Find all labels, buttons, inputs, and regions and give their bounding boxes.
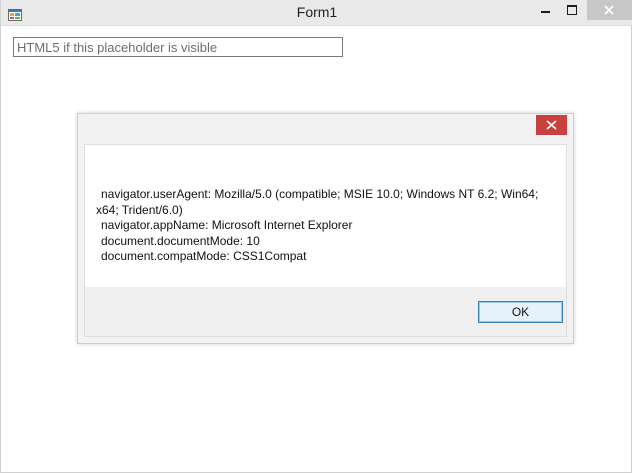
placeholder-textbox[interactable] <box>13 37 343 57</box>
close-icon <box>604 5 614 15</box>
user-agent-line-continued: x64; Trident/6.0) <box>96 202 183 217</box>
window-close-button[interactable] <box>587 0 632 20</box>
user-agent-line: navigator.userAgent: Mozilla/5.0 (compat… <box>101 187 539 201</box>
minimize-icon <box>541 11 550 13</box>
close-icon <box>546 120 557 130</box>
message-box-panel: navigator.userAgent: Mozilla/5.0 (compat… <box>84 144 567 337</box>
maximize-icon <box>567 5 577 15</box>
ok-button[interactable]: OK <box>478 301 563 323</box>
compat-mode-line: document.compatMode: CSS1Compat <box>101 249 307 263</box>
main-window: Form1 navigator.userAgent: Mozilla/5.0 (… <box>0 0 632 473</box>
minimize-button[interactable] <box>535 0 557 20</box>
message-box: navigator.userAgent: Mozilla/5.0 (compat… <box>77 113 574 344</box>
maximize-button[interactable] <box>561 0 583 20</box>
message-box-close-button[interactable] <box>536 115 567 135</box>
message-area: navigator.userAgent: Mozilla/5.0 (compat… <box>85 145 566 287</box>
document-mode-line: document.documentMode: 10 <box>101 233 260 248</box>
message-text: navigator.userAgent: Mozilla/5.0 (compat… <box>96 187 546 265</box>
app-name-line: navigator.appName: Microsoft Internet Ex… <box>101 218 353 232</box>
title-bar[interactable]: Form1 <box>1 0 632 26</box>
